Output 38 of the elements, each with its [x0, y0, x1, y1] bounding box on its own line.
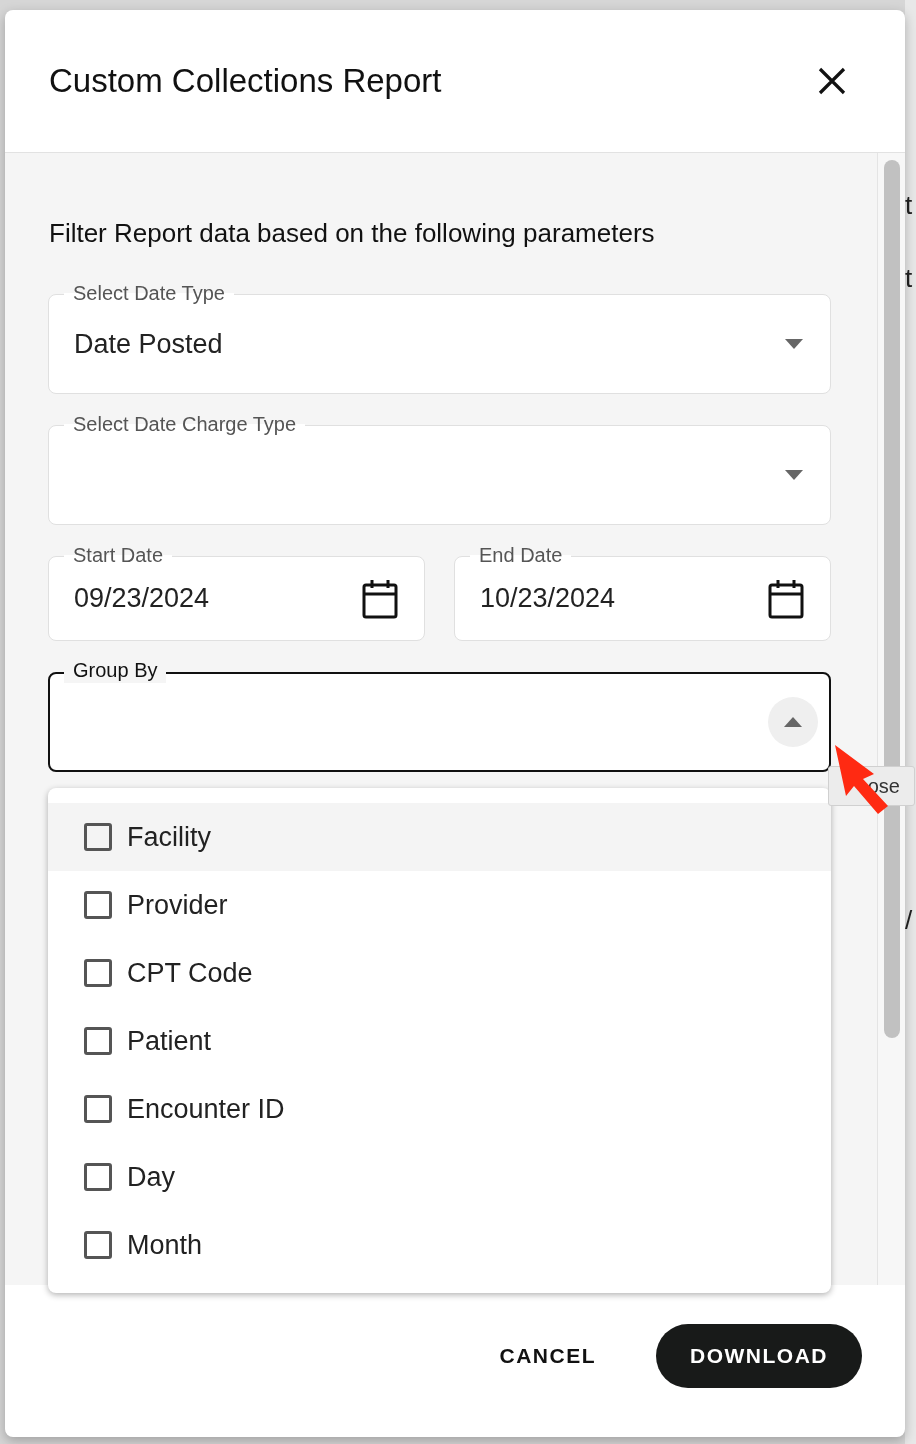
field-value: 09/23/2024 — [74, 583, 210, 614]
background-text: t — [905, 263, 913, 294]
menu-item[interactable]: CPT Code — [48, 939, 831, 1007]
menu-item[interactable]: Provider — [48, 871, 831, 939]
checkbox[interactable] — [84, 891, 112, 919]
caret-icon — [785, 339, 803, 349]
calendar-icon[interactable] — [362, 578, 398, 619]
dialog-title: Custom Collections Report — [49, 62, 442, 100]
option-label: Day — [127, 1161, 175, 1193]
caret-icon — [784, 717, 802, 727]
option-label: Facility — [127, 821, 211, 853]
calendar-icon[interactable] — [768, 578, 804, 619]
background-text: t — [905, 190, 913, 221]
menu-item[interactable]: Patient — [48, 1007, 831, 1075]
field-value: 10/23/2024 — [480, 583, 616, 614]
option-label: Provider — [127, 889, 228, 921]
field-value: Date Posted — [74, 328, 223, 360]
option-label: Patient — [127, 1025, 212, 1057]
menu-item[interactable]: Month — [48, 1211, 831, 1279]
cancel-button[interactable]: CANCEL — [491, 1336, 604, 1376]
checkbox[interactable] — [84, 1163, 112, 1191]
close-icon[interactable] — [817, 66, 847, 96]
menu-item[interactable]: Facility — [48, 803, 831, 871]
dropdown-toggle[interactable] — [768, 697, 818, 747]
menu-item[interactable]: Day — [48, 1143, 831, 1211]
checkbox[interactable] — [84, 1231, 112, 1259]
checkbox[interactable] — [84, 823, 112, 851]
option-label: Month — [127, 1229, 203, 1261]
checkbox[interactable] — [84, 1027, 112, 1055]
menu-item[interactable]: Encounter ID — [48, 1075, 831, 1143]
download-button[interactable]: DOWNLOAD — [656, 1324, 862, 1388]
checkbox[interactable] — [84, 1095, 112, 1123]
caret-icon — [785, 470, 803, 480]
background-text: / — [905, 905, 913, 936]
checkbox[interactable] — [84, 959, 112, 987]
option-label: Encounter ID — [127, 1093, 285, 1125]
option-label: CPT Code — [127, 957, 253, 989]
intro-text: Filter Report data based on the following parameters — [49, 217, 656, 250]
